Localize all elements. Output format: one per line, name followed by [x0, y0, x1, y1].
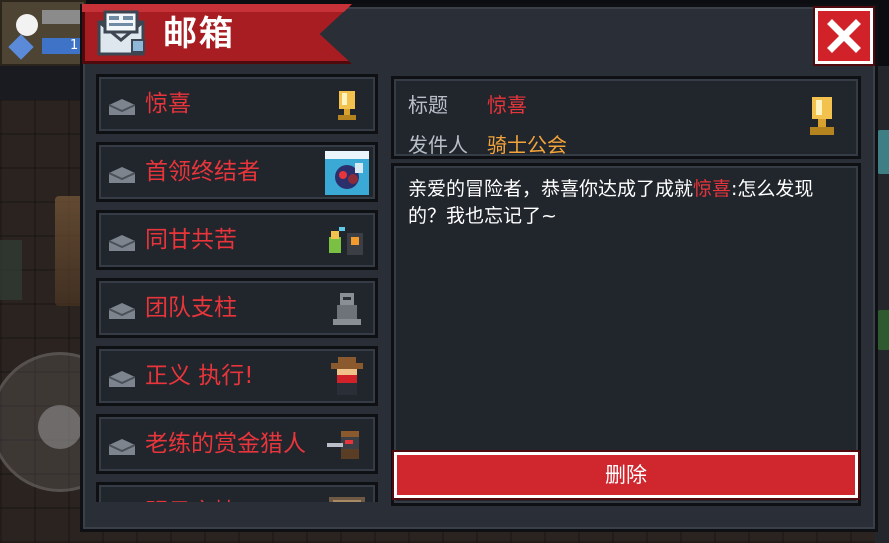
mail-item[interactable]: 正义 执行!	[96, 346, 378, 406]
cowboy-icon	[331, 357, 363, 395]
scroll-icon	[329, 497, 365, 502]
envelope-icon	[109, 439, 135, 455]
mail-item[interactable]: 首领终结者	[96, 142, 378, 202]
side-tab-teal[interactable]	[877, 130, 889, 174]
close-button[interactable]	[813, 6, 875, 66]
close-x-icon	[827, 19, 861, 53]
body-text-part: 亲爱的冒险者，恭喜你达成了成就	[408, 178, 694, 200]
mail-item-label: 惊喜	[145, 91, 191, 117]
mail-item[interactable]: 团队支柱	[96, 278, 378, 338]
mana-gem-icon	[8, 34, 34, 60]
mail-body-text: 亲爱的冒险者，恭喜你达成了成就惊喜:怎么发现的？我也忘记了~	[408, 176, 848, 230]
sender-value: 骑士公会	[487, 133, 567, 157]
envelope-icon	[109, 167, 135, 183]
mail-detail-header: 标题 惊喜 发件人 骑士公会	[391, 76, 861, 159]
mail-list[interactable]: 惊喜 首领终结者 同甘共苦 团队支柱 正义 执行! 老练的赏金猎人	[96, 74, 380, 502]
sender-label: 发件人	[408, 133, 468, 157]
delete-button[interactable]: 删除	[392, 450, 860, 500]
status-panel: 1	[0, 0, 86, 66]
knight-statue-icon	[333, 293, 361, 325]
title-value: 惊喜	[487, 93, 527, 117]
dialog-title: 邮箱	[163, 14, 235, 54]
boss-portrait-icon	[325, 151, 369, 195]
duo-characters-icon	[329, 227, 363, 255]
envelope-icon	[109, 99, 135, 115]
side-tab-green[interactable]	[877, 310, 889, 350]
mail-item[interactable]: 惊喜	[96, 74, 378, 134]
mail-item[interactable]: 同甘共苦	[96, 210, 378, 270]
envelope-icon	[109, 303, 135, 319]
mail-item-label: 正义 执行!	[145, 363, 254, 389]
bounty-hunter-icon	[327, 431, 359, 459]
envelope-icon	[109, 371, 135, 387]
mailbox-icon	[97, 10, 145, 56]
mail-item[interactable]: 老练的赏金猎人	[96, 414, 378, 474]
mail-item-label: 明日之捷	[145, 485, 321, 502]
mail-item-label: 同甘共苦	[145, 227, 237, 253]
side-crate	[0, 240, 22, 300]
mail-item-label: 首领终结者	[145, 159, 260, 185]
joystick-knob[interactable]	[38, 405, 82, 449]
title-label: 标题	[408, 93, 448, 117]
mail-item[interactable]: 明日之捷	[96, 482, 378, 502]
health-orb-icon	[16, 14, 38, 36]
envelope-icon	[109, 235, 135, 251]
trophy-icon	[338, 91, 356, 120]
trophy-icon	[810, 97, 834, 135]
mail-item-label: 老练的赏金猎人	[145, 431, 306, 457]
mail-item-label: 团队支柱	[145, 295, 237, 321]
body-achievement-name: 惊喜	[693, 178, 732, 200]
